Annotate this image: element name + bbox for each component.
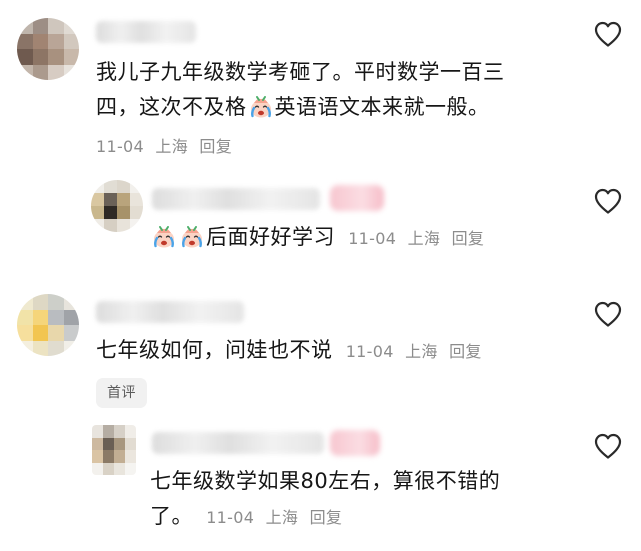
username[interactable] [152,188,320,210]
comment-text-segment: 七年级如何，问娃也不说 [96,338,333,362]
user-badge [330,185,384,211]
avatar[interactable] [17,294,79,356]
comment-text: 七年级数学如果80左右，算很不错的 了。 11-04 上海 回复 [150,464,500,535]
reply-button[interactable]: 回复 [452,229,485,248]
comment-date: 11-04 [206,508,255,527]
avatar[interactable] [92,425,136,475]
crying-face-emoji [151,225,177,249]
username[interactable] [96,301,244,323]
comment-text-line-1: 我儿子九年级数学考砸了。平时数学一百三 [96,60,505,84]
reply-button[interactable]: 回复 [199,137,232,156]
username[interactable] [96,21,196,43]
heart-outline-icon[interactable] [593,20,623,48]
comment-meta: 11-04 上海 回复 [96,136,232,158]
username[interactable] [152,432,324,454]
comment-date: 11-04 [345,342,394,361]
comment-location: 上海 [407,229,441,248]
comment-4: 七年级数学如果80左右，算很不错的 了。 11-04 上海 回复 [0,420,641,551]
comment-meta: 11-04 上海 回复 [348,229,484,248]
comment-text: 我儿子九年级数学考砸了。平时数学一百三 四，这次不及格 英语语文本来就一般。 [96,55,505,125]
comment-text-segment: 英语语文本来就一般。 [274,95,490,119]
comment-meta: 11-04 上海 回复 [346,342,482,361]
heart-outline-icon[interactable] [593,300,623,328]
comment-text-segment: 后面好好学习 [206,225,335,249]
comment-location: 上海 [265,508,299,527]
comment-text-segment: 了。 [150,504,193,528]
reply-button[interactable]: 回复 [310,508,343,527]
comment-text-line-2: 四，这次不及格 英语语文本来就一般。 [96,90,505,125]
heart-outline-icon[interactable] [593,432,623,460]
comment-meta: 11-04 上海 回复 [206,508,342,527]
avatar[interactable] [17,18,79,80]
crying-face-emoji [179,225,205,249]
comment-3: 七年级如何，问娃也不说 11-04 上海 回复 首评 [0,280,641,420]
avatar[interactable] [91,180,143,232]
comment-text: 后面好好学习 11-04 上海 回复 [150,220,484,256]
comment-location: 上海 [405,342,438,361]
comment-text-line-1: 七年级数学如果80左右，算很不错的 [150,469,501,493]
comment-text: 七年级如何，问娃也不说 11-04 上海 回复 [96,333,482,369]
comment-1: 我儿子九年级数学考砸了。平时数学一百三 四，这次不及格 英语语文本来就一般。 11… [0,0,641,180]
crying-face-emoji [248,95,274,119]
comment-date: 11-04 [348,229,397,248]
first-comment-tag: 首评 [96,378,147,408]
comment-text-segment: 四，这次不及格 [96,95,247,119]
reply-button[interactable]: 回复 [449,342,482,361]
comment-date: 11-04 [96,137,144,156]
comment-2: 后面好好学习 11-04 上海 回复 [0,180,641,280]
heart-outline-icon[interactable] [593,187,623,215]
comment-text-line-2: 了。 11-04 上海 回复 [150,499,500,535]
user-badge [330,430,380,456]
comment-location: 上海 [155,137,188,156]
